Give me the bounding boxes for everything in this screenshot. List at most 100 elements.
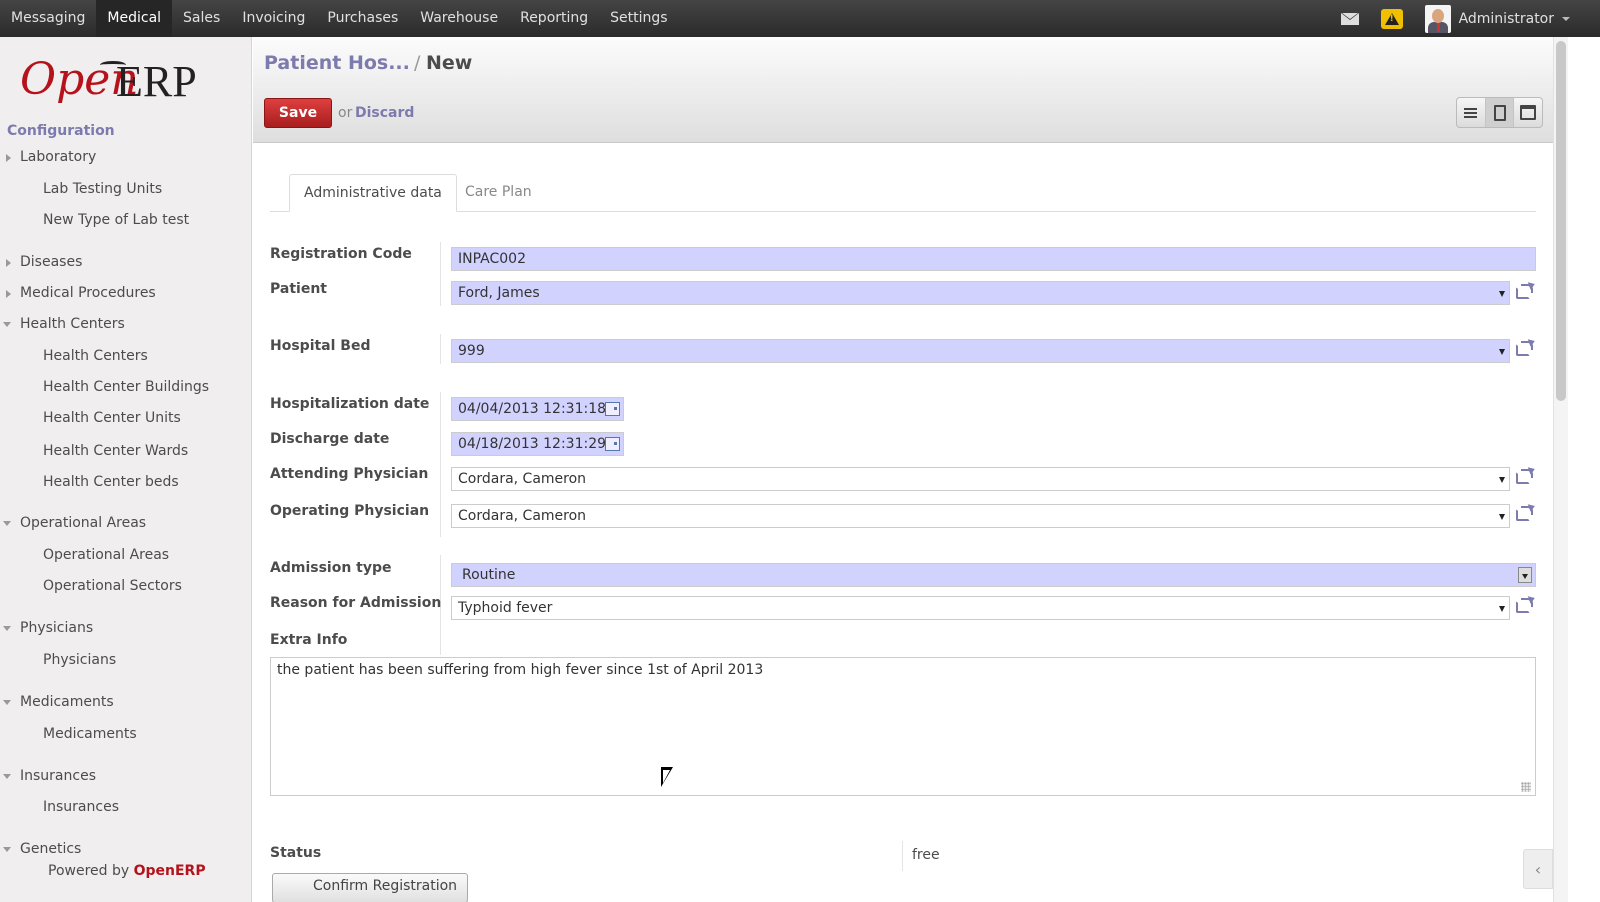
hospital-bed-select[interactable]: 999: [451, 339, 1510, 363]
menu-reporting[interactable]: Reporting: [509, 0, 599, 37]
sidebar-item-genetics[interactable]: Genetics: [20, 841, 81, 857]
admission-type-select[interactable]: Routine: [451, 563, 1536, 587]
external-link-icon[interactable]: [1516, 337, 1537, 357]
attending-physician-select[interactable]: Cordara, Cameron: [451, 467, 1510, 491]
extra-info-value: the patient has been suffering from high…: [277, 662, 764, 678]
dropdown-arrow-icon[interactable]: [1499, 606, 1505, 612]
menu-messaging[interactable]: Messaging: [0, 0, 96, 37]
sidebar-item-insurances[interactable]: Insurances: [43, 799, 119, 815]
tab-care-plan[interactable]: Care Plan: [451, 174, 546, 212]
sidebar-item-medical-procedures[interactable]: Medical Procedures: [20, 285, 156, 301]
sidebar-item-medicaments[interactable]: Medicaments: [43, 726, 137, 742]
caret-right-icon[interactable]: [6, 290, 11, 298]
menu-medical[interactable]: Medical: [96, 0, 173, 37]
mouse-cursor-icon: [661, 767, 673, 787]
menu-purchases[interactable]: Purchases: [316, 0, 409, 37]
control-panel: Patient Hos... / New Save or Discard: [253, 37, 1553, 143]
external-link-icon[interactable]: [1516, 280, 1537, 300]
view-switcher: [1456, 97, 1543, 128]
menu-invoicing[interactable]: Invoicing: [231, 0, 316, 37]
external-link-icon[interactable]: [1516, 594, 1537, 614]
chevron-left-icon[interactable]: ‹: [1523, 849, 1553, 889]
menu-sales[interactable]: Sales: [172, 0, 231, 37]
sidebar-item-lab-testing-units[interactable]: Lab Testing Units: [43, 181, 162, 197]
operating-physician-label: Operating Physician: [270, 503, 430, 519]
status-value: free: [912, 847, 940, 863]
registration-code-input[interactable]: INPAC002: [451, 247, 1536, 271]
sidebar-item-diseases[interactable]: Diseases: [20, 254, 82, 270]
openerp-logo[interactable]: Open ERP: [20, 55, 230, 107]
caret-down-icon[interactable]: [3, 847, 11, 852]
calendar-icon[interactable]: [605, 402, 620, 416]
resize-handle-icon[interactable]: [1521, 782, 1531, 792]
patient-label: Patient: [270, 281, 327, 297]
hospitalization-date-value: 04/04/2013 12:31:18: [458, 401, 607, 417]
sidebar-item-physicians[interactable]: Physicians: [20, 620, 93, 636]
vertical-scrollbar[interactable]: [1553, 37, 1568, 902]
page-title: New: [426, 52, 473, 74]
sidebar-item-insurances[interactable]: Insurances: [20, 768, 96, 784]
dropdown-arrow-icon[interactable]: [1499, 291, 1505, 297]
confirm-registration-button[interactable]: Confirm Registration: [272, 873, 468, 902]
external-link-icon[interactable]: [1516, 465, 1537, 485]
patient-value: Ford, James: [458, 285, 540, 301]
select-arrow-icon[interactable]: [1518, 567, 1532, 583]
caret-down-icon[interactable]: [3, 322, 11, 327]
list-icon: [1464, 107, 1478, 118]
menu-settings[interactable]: Settings: [599, 0, 678, 37]
calendar-icon: [1520, 105, 1537, 120]
menu-warehouse[interactable]: Warehouse: [409, 0, 509, 37]
sidebar-item-operational-areas[interactable]: Operational Areas: [20, 515, 146, 531]
mail-icon[interactable]: [1340, 12, 1359, 25]
sidebar-item-physicians[interactable]: Physicians: [43, 652, 116, 668]
hospitalization-date-input[interactable]: 04/04/2013 12:31:18: [451, 397, 624, 421]
sidebar-item-operational-areas[interactable]: Operational Areas: [43, 547, 169, 563]
caret-down-icon[interactable]: [3, 700, 11, 705]
operating-physician-select[interactable]: Cordara, Cameron: [451, 504, 1510, 528]
registration-code-label: Registration Code: [270, 246, 412, 262]
calendar-view-button[interactable]: [1514, 98, 1542, 127]
sidebar-item-medicaments[interactable]: Medicaments: [20, 694, 114, 710]
tab-administrative-data[interactable]: Administrative data: [289, 174, 457, 212]
logo-erp: ERP: [116, 57, 197, 106]
dropdown-arrow-icon[interactable]: [1499, 477, 1505, 483]
sidebar-item-health-centers[interactable]: Health Centers: [20, 316, 125, 332]
caret-right-icon[interactable]: [6, 259, 11, 267]
discharge-date-input[interactable]: 04/18/2013 12:31:29: [451, 432, 624, 456]
sidebar-item-health-center-beds[interactable]: Health Center beds: [43, 474, 179, 490]
patient-select[interactable]: Ford, James: [451, 281, 1510, 305]
calendar-icon[interactable]: [605, 437, 620, 451]
warning-icon[interactable]: !: [1380, 8, 1403, 29]
caret-down-icon[interactable]: [3, 521, 11, 526]
powered-by-link[interactable]: OpenERP: [134, 863, 206, 879]
sidebar-item-health-center-units[interactable]: Health Center Units: [43, 410, 181, 426]
scrollbar-thumb[interactable]: [1556, 41, 1566, 401]
discard-button[interactable]: Discard: [355, 105, 414, 121]
label-divider: [440, 334, 441, 364]
sidebar-item-health-centers[interactable]: Health Centers: [43, 348, 148, 364]
sidebar-item-health-center-buildings[interactable]: Health Center Buildings: [43, 379, 209, 395]
dropdown-arrow-icon[interactable]: [1499, 349, 1505, 355]
label-divider: [440, 392, 441, 537]
sidebar-item-new-type-of-lab-test[interactable]: New Type of Lab test: [43, 212, 189, 228]
operating-physician-value: Cordara, Cameron: [458, 508, 587, 524]
extra-info-textarea[interactable]: the patient has been suffering from high…: [270, 657, 1536, 796]
reason-for-admission-select[interactable]: Typhoid fever: [451, 596, 1510, 620]
form-view-button[interactable]: [1485, 98, 1515, 127]
sidebar: Open ERP Configuration Laboratory Lab Tes…: [0, 37, 252, 902]
external-link-icon[interactable]: [1516, 502, 1537, 522]
user-menu[interactable]: Administrator: [1459, 11, 1554, 27]
list-view-button[interactable]: [1457, 98, 1486, 127]
sidebar-item-health-center-wards[interactable]: Health Center Wards: [43, 443, 188, 459]
save-button[interactable]: Save: [264, 98, 332, 128]
dropdown-arrow-icon[interactable]: [1499, 514, 1505, 520]
user-area: ! Administrator: [1340, 0, 1570, 37]
sidebar-item-laboratory[interactable]: Laboratory: [20, 149, 96, 165]
caret-down-icon[interactable]: [3, 774, 11, 779]
caret-right-icon[interactable]: [6, 154, 11, 162]
sidebar-item-operational-sectors[interactable]: Operational Sectors: [43, 578, 182, 594]
caret-down-icon[interactable]: [3, 626, 11, 631]
avatar[interactable]: [1424, 4, 1451, 33]
breadcrumb-parent[interactable]: Patient Hos...: [264, 52, 410, 74]
chevron-down-icon[interactable]: [1562, 16, 1570, 21]
